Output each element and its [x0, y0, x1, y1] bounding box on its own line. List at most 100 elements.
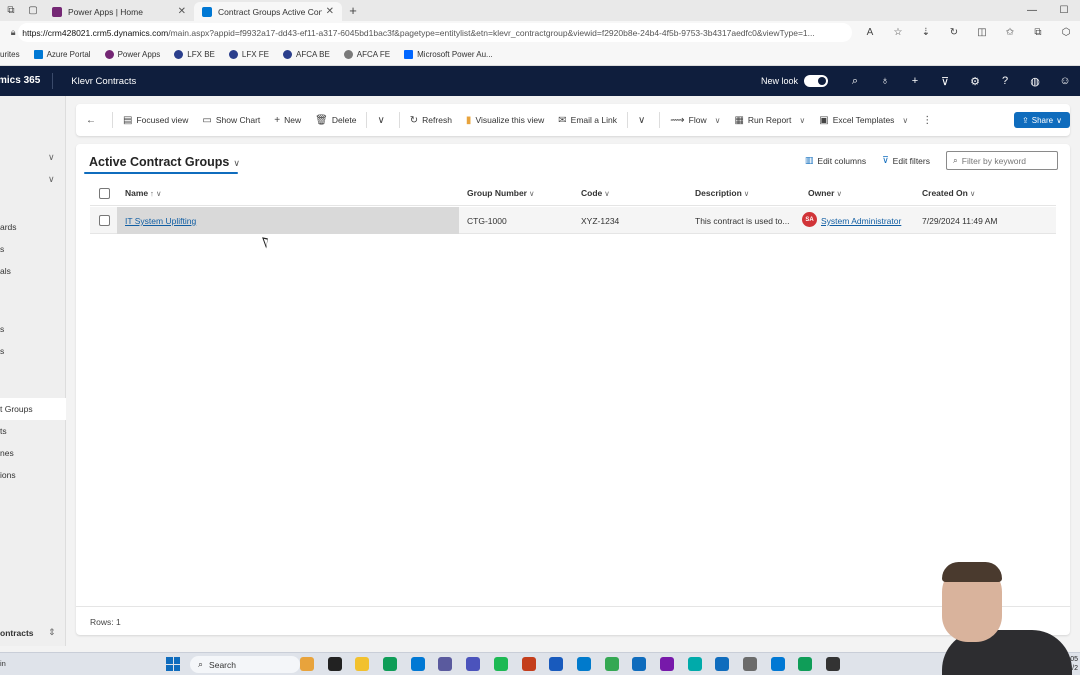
- add-icon[interactable]: +: [900, 75, 930, 87]
- favorite-lfx-be[interactable]: LFX BE: [174, 50, 215, 59]
- taskbar-app-icon[interactable]: [798, 657, 813, 671]
- taskbar-app-icon[interactable]: [493, 657, 508, 671]
- table-row[interactable]: IT System Uplifting CTG-1000 XYZ-1234 Th…: [90, 207, 1056, 234]
- nav-item-accounts[interactable]: s: [0, 324, 4, 334]
- browser-tab-contract-groups[interactable]: Contract Groups Active Contract ✕: [194, 2, 342, 21]
- flow-button[interactable]: ⟿ Flow ∨: [670, 115, 720, 126]
- more-delete-chevron[interactable]: ∨: [377, 115, 388, 126]
- taskbar-app-icon[interactable]: [687, 657, 702, 671]
- taskbar-search[interactable]: ⌕ Search: [190, 656, 300, 673]
- more-commands-button[interactable]: ⋮: [922, 115, 936, 126]
- favorite-power-apps[interactable]: Power Apps: [104, 50, 160, 59]
- address-bar[interactable]: https://crm428021.crm5.dynamics.com/main…: [18, 23, 852, 42]
- nav-item-dashboards[interactable]: ards: [0, 222, 17, 232]
- read-aloud-icon[interactable]: A: [856, 27, 884, 38]
- favorite-power-automate[interactable]: Microsoft Power Au...: [404, 50, 493, 59]
- app-title[interactable]: Klevr Contracts: [53, 76, 136, 87]
- windows-start-icon[interactable]: [166, 657, 180, 671]
- row-checkbox[interactable]: [99, 215, 110, 226]
- favorite-item[interactable]: urites: [0, 50, 20, 59]
- filter-keyword-input[interactable]: ⌕ Filter by keyword: [946, 151, 1058, 170]
- taskbar-app-icon[interactable]: [632, 657, 647, 671]
- split-screen-icon[interactable]: ◫: [968, 27, 996, 38]
- visualize-view-button[interactable]: ▮ Visualize this view: [466, 115, 544, 126]
- refresh-browser-icon[interactable]: ↻: [940, 27, 968, 38]
- new-button[interactable]: + New: [274, 115, 301, 126]
- excel-templates-button[interactable]: ▣ Excel Templates ∨: [819, 115, 908, 126]
- taskbar-app-icon[interactable]: [355, 657, 370, 671]
- record-name-link[interactable]: IT System Uplifting: [125, 216, 196, 226]
- nav-item-approvals[interactable]: als: [0, 266, 11, 276]
- chevron-down-icon[interactable]: ∨: [48, 174, 55, 185]
- favorites-icon[interactable]: ✩: [996, 27, 1024, 38]
- share-button[interactable]: ⇪ Share ∨: [1014, 112, 1070, 128]
- search-icon[interactable]: ⌕: [840, 75, 870, 88]
- edit-filters-button[interactable]: ⊽ Edit filters: [882, 155, 930, 166]
- taskbar-app-icon[interactable]: [743, 657, 757, 671]
- chevron-up-down-icon[interactable]: ⇕: [48, 627, 56, 638]
- delete-button[interactable]: 🗑︎ Delete: [315, 115, 356, 126]
- taskbar-app-icon[interactable]: [576, 657, 591, 671]
- feedback-icon[interactable]: ☺: [1050, 75, 1080, 87]
- chevron-down-icon[interactable]: ∨: [48, 152, 55, 163]
- dynamics-app-name[interactable]: mics 365: [0, 73, 54, 89]
- taskbar-app-icon[interactable]: [549, 657, 564, 671]
- extensions-icon[interactable]: ⬡: [1052, 27, 1080, 38]
- taskbar-app-icon[interactable]: [327, 657, 342, 671]
- taskbar-app-icon[interactable]: [300, 657, 314, 671]
- taskbar-app-icon[interactable]: [826, 657, 841, 671]
- taskbar-app-icon[interactable]: [715, 657, 730, 671]
- column-header-description[interactable]: Description ∨: [695, 188, 749, 198]
- taskbar-app-icon[interactable]: [770, 657, 785, 671]
- nav-item-activities[interactable]: s: [0, 244, 4, 254]
- run-report-button[interactable]: ▦ Run Report ∨: [734, 115, 805, 126]
- column-header-created-on[interactable]: Created On ∨: [922, 188, 975, 198]
- taskbar-app-icon[interactable]: [410, 657, 425, 671]
- taskbar-app-icon[interactable]: [438, 657, 453, 671]
- filter-icon[interactable]: ⊽: [930, 75, 960, 88]
- show-chart-button[interactable]: ▭ Show Chart: [202, 115, 260, 126]
- column-header-code[interactable]: Code ∨: [581, 188, 610, 198]
- download-icon[interactable]: ⇣: [912, 27, 940, 38]
- browser-menu-icon[interactable]: ⧉: [0, 0, 22, 21]
- favorite-afca-be[interactable]: AFCA BE: [283, 50, 330, 59]
- back-button[interactable]: ←: [86, 115, 100, 126]
- close-tab-icon[interactable]: ✕: [326, 6, 334, 17]
- email-link-button[interactable]: ✉ Email a Link: [558, 115, 617, 126]
- minimize-icon[interactable]: —: [1016, 0, 1048, 21]
- nav-item-contracts[interactable]: ts: [0, 426, 7, 436]
- column-header-owner[interactable]: Owner ∨: [808, 188, 842, 198]
- select-all-checkbox[interactable]: [99, 188, 110, 199]
- refresh-button[interactable]: ↻ Refresh: [410, 115, 452, 126]
- lightbulb-icon[interactable]: ♁: [870, 75, 900, 87]
- collections-icon[interactable]: ⧉: [1024, 27, 1052, 38]
- owner-link[interactable]: System Administrator: [821, 216, 901, 226]
- view-selector[interactable]: Active Contract Groups ∨: [89, 155, 240, 169]
- nav-item-contract-groups[interactable]: t Groups: [0, 398, 66, 420]
- tab-actions-icon[interactable]: ▢: [22, 0, 44, 21]
- settings-gear-icon[interactable]: ⚙: [960, 75, 990, 88]
- taskbar-app-icon[interactable]: [466, 657, 481, 671]
- favorite-afca-fe[interactable]: AFCA FE: [343, 50, 390, 59]
- edit-columns-button[interactable]: ▥ Edit columns: [805, 155, 866, 166]
- favorite-star-icon[interactable]: ☆: [884, 27, 912, 38]
- close-tab-icon[interactable]: ✕: [178, 6, 186, 17]
- nav-item-contacts[interactable]: s: [0, 346, 4, 356]
- taskbar-app-icon[interactable]: [383, 657, 398, 671]
- area-switcher[interactable]: ontracts: [0, 628, 34, 638]
- nav-item-obligations[interactable]: ions: [0, 470, 16, 480]
- column-header-group-number[interactable]: Group Number ∨: [467, 188, 534, 198]
- new-look-toggle[interactable]: [804, 75, 828, 87]
- new-tab-icon[interactable]: +: [342, 3, 364, 18]
- taskbar-app-icon[interactable]: [521, 657, 536, 671]
- maximize-icon[interactable]: ☐: [1048, 0, 1080, 21]
- nav-item-milestones[interactable]: nes: [0, 448, 14, 458]
- more-email-chevron[interactable]: ∨: [638, 115, 649, 126]
- taskbar-app-icon[interactable]: [604, 657, 619, 671]
- column-header-name[interactable]: Name ↑ ∨: [125, 188, 161, 198]
- browser-tab-power-apps[interactable]: Power Apps | Home ✕: [44, 2, 194, 21]
- help-icon[interactable]: ?: [990, 75, 1020, 87]
- focused-view-button[interactable]: ▤ Focused view: [123, 115, 188, 126]
- favorite-lfx-fe[interactable]: LFX FE: [228, 50, 269, 59]
- favorite-azure-portal[interactable]: Azure Portal: [33, 50, 91, 59]
